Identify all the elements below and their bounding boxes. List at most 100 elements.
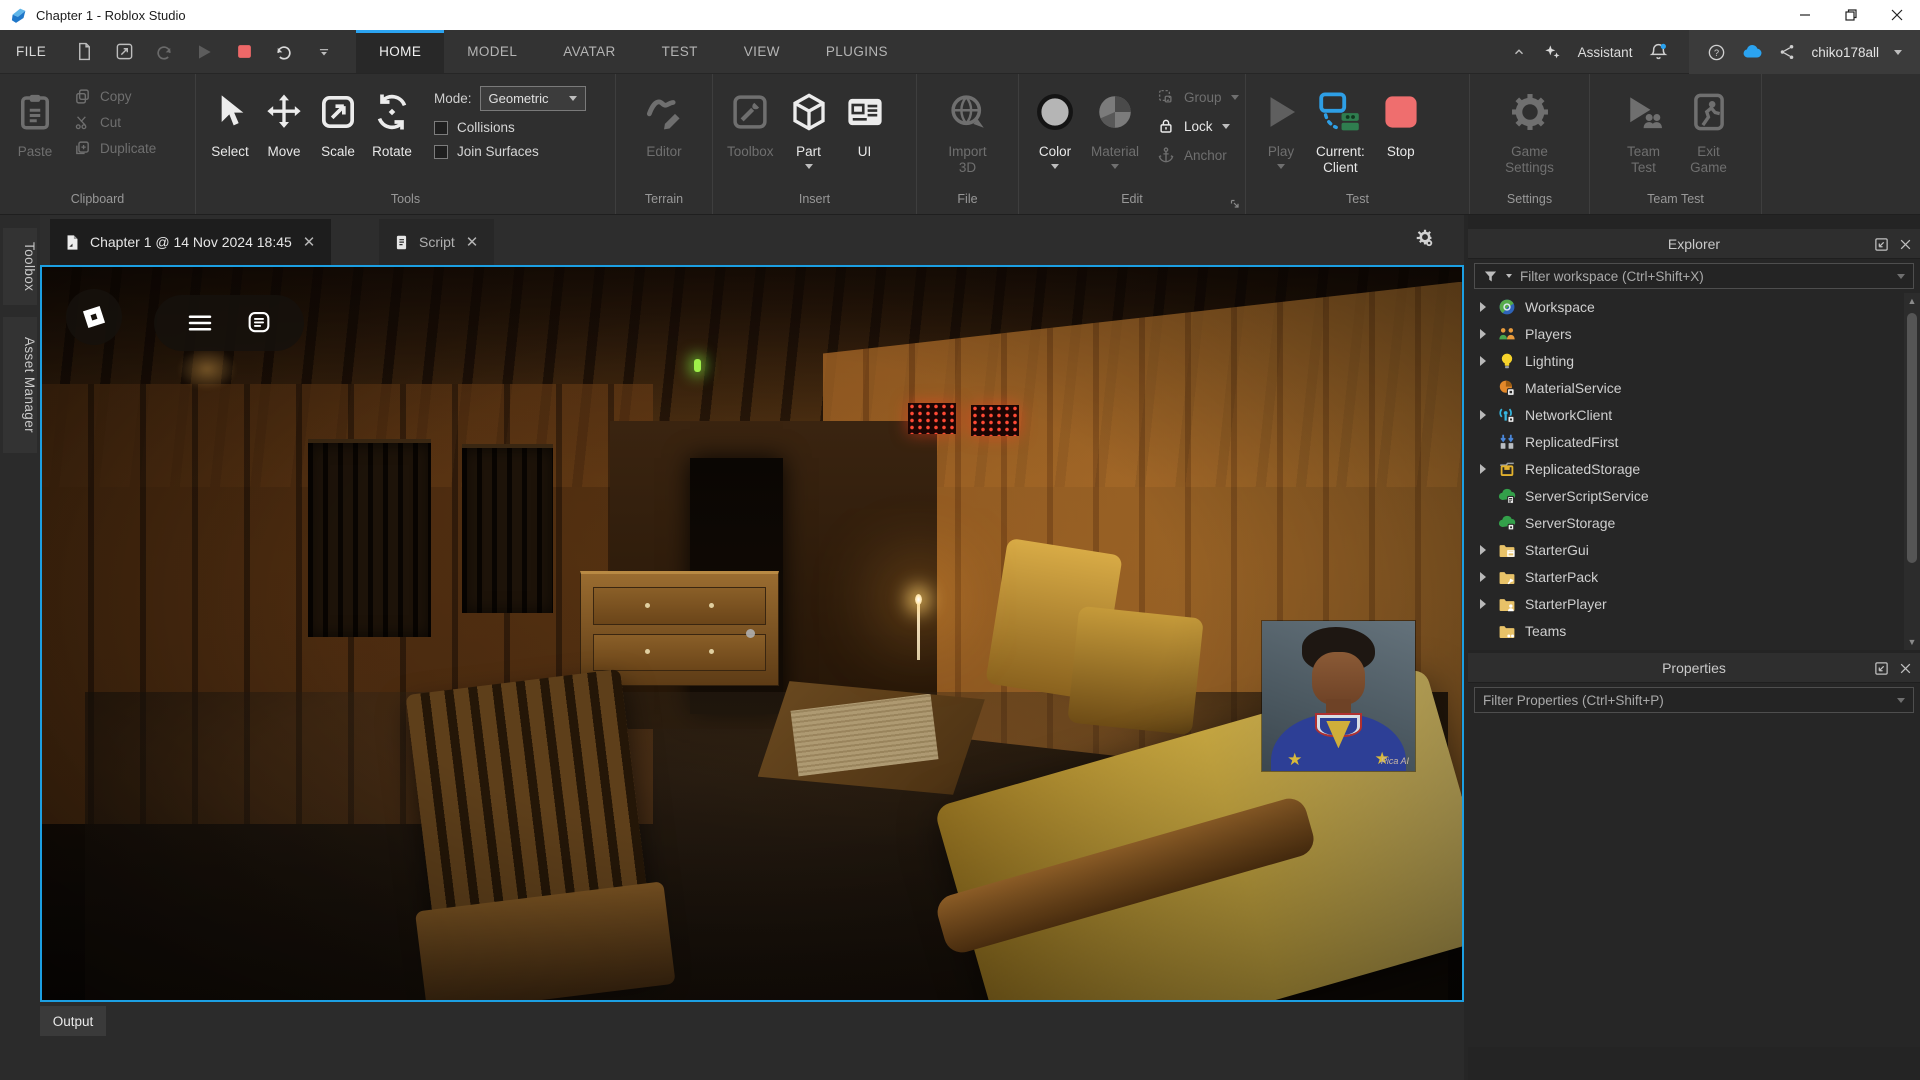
hamburger-menu-icon[interactable]: [185, 308, 215, 338]
select-tool-button[interactable]: Select: [204, 84, 256, 162]
expand-arrow-icon[interactable]: [1480, 545, 1486, 555]
undo-icon[interactable]: [264, 30, 304, 73]
lock-button[interactable]: Lock: [1157, 117, 1239, 135]
tab-plugins[interactable]: PLUGINS: [803, 30, 911, 73]
close-button[interactable]: [1874, 0, 1920, 30]
expand-arrow-icon[interactable]: [1480, 599, 1486, 609]
tree-row[interactable]: Lighting: [1468, 347, 1920, 374]
filter-history-caret-icon[interactable]: [1897, 698, 1905, 703]
color-button[interactable]: Color: [1027, 84, 1083, 171]
import-3d-button[interactable]: Import3D: [941, 84, 995, 178]
account-username[interactable]: chiko178all: [1811, 45, 1879, 60]
filter-options-caret-icon[interactable]: [1506, 274, 1512, 278]
edit-group-expander-icon[interactable]: [1229, 198, 1241, 210]
cut-button[interactable]: Cut: [74, 114, 156, 131]
expand-arrow-icon[interactable]: [1480, 410, 1486, 420]
close-panel-icon[interactable]: [1899, 238, 1912, 251]
sidebar-tab-toolbox[interactable]: Toolbox: [3, 228, 37, 305]
new-file-icon[interactable]: [64, 30, 104, 73]
tree-row[interactable]: StarterPack: [1468, 563, 1920, 590]
explorer-filter-input[interactable]: [1520, 269, 1889, 284]
collisions-checkbox[interactable]: Collisions: [434, 120, 586, 135]
close-tab-icon[interactable]: ✕: [301, 233, 318, 251]
minimize-button[interactable]: [1782, 0, 1828, 30]
sidebar-tab-asset-manager[interactable]: Asset Manager: [3, 317, 37, 453]
output-tab[interactable]: Output: [40, 1006, 106, 1036]
explorer-scrollbar[interactable]: ▲ ▼: [1904, 293, 1920, 650]
properties-filter-input[interactable]: [1483, 693, 1889, 708]
tab-avatar[interactable]: AVATAR: [540, 30, 638, 73]
tree-row[interactable]: NetworkClient: [1468, 401, 1920, 428]
scale-tool-button[interactable]: Scale: [312, 84, 364, 162]
play-button[interactable]: Play: [1254, 84, 1308, 171]
help-icon[interactable]: ?: [1707, 43, 1726, 62]
doc-tab-script[interactable]: Script ✕: [379, 219, 494, 265]
file-menu-button[interactable]: FILE: [0, 30, 64, 73]
stop-quick-icon[interactable]: [224, 30, 264, 73]
play-quick-icon[interactable]: [184, 30, 224, 73]
tab-model[interactable]: MODEL: [444, 30, 540, 73]
anchor-button[interactable]: Anchor: [1157, 146, 1239, 164]
assistant-label[interactable]: Assistant: [1578, 45, 1633, 60]
open-place-icon[interactable]: [104, 30, 144, 73]
tree-row[interactable]: StarterGui: [1468, 536, 1920, 563]
join-surfaces-checkbox[interactable]: Join Surfaces: [434, 144, 586, 159]
account-dropdown-icon[interactable]: [1894, 50, 1902, 55]
expand-arrow-icon[interactable]: [1480, 572, 1486, 582]
scrollbar-thumb[interactable]: [1907, 313, 1917, 563]
filter-history-caret-icon[interactable]: [1897, 274, 1905, 279]
roblox-menu-button[interactable]: [66, 289, 122, 345]
move-tool-button[interactable]: Move: [258, 84, 310, 162]
ui-button[interactable]: UI: [838, 84, 892, 162]
notifications-bell-icon[interactable]: [1648, 42, 1669, 63]
tree-row[interactable]: MaterialService: [1468, 374, 1920, 401]
tree-row[interactable]: Workspace: [1468, 293, 1920, 320]
part-button[interactable]: Part: [782, 84, 836, 171]
mode-select[interactable]: Geometric: [480, 86, 586, 111]
restore-button[interactable]: [1828, 0, 1874, 30]
chat-icon[interactable]: [245, 309, 273, 337]
redo-icon[interactable]: [144, 30, 184, 73]
quick-toolbar-options-icon[interactable]: [304, 30, 344, 73]
tree-row[interactable]: StarterPlayer: [1468, 590, 1920, 617]
team-test-button[interactable]: TeamTest: [1616, 84, 1672, 178]
material-button[interactable]: Material: [1085, 84, 1145, 171]
filter-funnel-icon[interactable]: [1483, 269, 1498, 284]
scroll-up-icon[interactable]: ▲: [1904, 293, 1920, 309]
cloud-sync-icon[interactable]: [1741, 41, 1763, 63]
doc-tab-place[interactable]: Chapter 1 @ 14 Nov 2024 18:45 ✕: [50, 219, 331, 265]
close-panel-icon[interactable]: [1899, 662, 1912, 675]
exit-game-button[interactable]: ExitGame: [1682, 84, 1736, 178]
toolbox-button[interactable]: Toolbox: [721, 84, 780, 162]
copy-button[interactable]: Copy: [74, 88, 156, 105]
expand-arrow-icon[interactable]: [1480, 464, 1486, 474]
close-tab-icon[interactable]: ✕: [464, 233, 481, 251]
tree-row[interactable]: Teams: [1468, 617, 1920, 644]
screen-options-gear-icon[interactable]: [1414, 227, 1436, 249]
scroll-down-icon[interactable]: ▼: [1904, 634, 1920, 650]
duplicate-button[interactable]: Duplicate: [74, 140, 156, 157]
tab-home[interactable]: HOME: [356, 30, 444, 73]
expand-arrow-icon[interactable]: [1480, 356, 1486, 366]
3d-viewport[interactable]: ★ ★ Pica AI: [40, 265, 1464, 1002]
current-client-button[interactable]: Current:Client: [1310, 84, 1371, 178]
tree-row[interactable]: ServerStorage: [1468, 509, 1920, 536]
assistant-sparkle-icon[interactable]: [1542, 42, 1562, 62]
tree-row[interactable]: Players: [1468, 320, 1920, 347]
stop-button[interactable]: Stop: [1373, 84, 1429, 162]
terrain-editor-button[interactable]: Editor: [636, 84, 692, 162]
game-settings-button[interactable]: GameSettings: [1499, 84, 1560, 178]
rotate-tool-button[interactable]: Rotate: [366, 84, 418, 162]
collapse-ribbon-icon[interactable]: [1512, 45, 1526, 59]
share-icon[interactable]: [1778, 43, 1796, 61]
expand-arrow-icon[interactable]: [1480, 302, 1486, 312]
tab-test[interactable]: TEST: [639, 30, 721, 73]
tab-view[interactable]: VIEW: [721, 30, 803, 73]
tree-row[interactable]: ReplicatedStorage: [1468, 455, 1920, 482]
tree-row[interactable]: ReplicatedFirst: [1468, 428, 1920, 455]
expand-arrow-icon[interactable]: [1480, 329, 1486, 339]
group-button[interactable]: Group: [1157, 88, 1239, 106]
undock-panel-icon[interactable]: [1874, 237, 1889, 252]
undock-panel-icon[interactable]: [1874, 661, 1889, 676]
tree-row[interactable]: ServerScriptService: [1468, 482, 1920, 509]
